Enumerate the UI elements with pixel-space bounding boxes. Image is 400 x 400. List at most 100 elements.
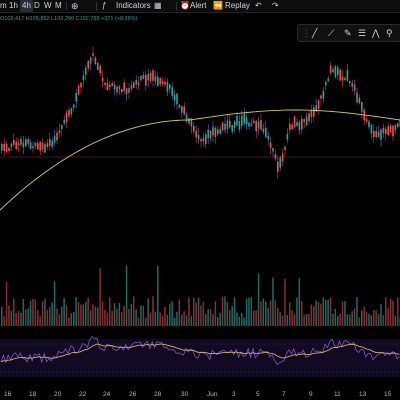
candle-body xyxy=(121,89,123,93)
date-label: 28 xyxy=(154,391,162,398)
volume-bar xyxy=(104,309,106,326)
candle-body xyxy=(104,82,106,85)
volume-bar xyxy=(221,296,224,326)
volume-bar xyxy=(267,307,269,326)
volume-bar xyxy=(166,314,169,326)
candle-body xyxy=(171,87,173,96)
volume-bar xyxy=(236,312,238,326)
volume-bar xyxy=(51,302,53,326)
line-tool-icon[interactable]: ╱ xyxy=(312,27,317,39)
volume-bar xyxy=(281,315,284,326)
volume-bar xyxy=(17,310,20,326)
volume-bar xyxy=(125,265,128,326)
candle-body xyxy=(334,66,337,77)
volume-bar xyxy=(332,313,334,326)
volume-bar xyxy=(231,306,233,326)
candle-body xyxy=(344,77,346,81)
candle-body xyxy=(29,142,32,149)
drawing-toolbar: ⋮ ╱ ⟋ ✎ ☰ ⋀ ⚲ xyxy=(297,24,400,42)
candle-body xyxy=(63,119,65,124)
candle-body xyxy=(257,121,260,129)
volume-bar xyxy=(161,315,164,326)
candle-body xyxy=(34,142,37,146)
volume-bar xyxy=(135,309,137,326)
candle-body xyxy=(77,85,80,95)
volume-bar xyxy=(70,313,73,326)
volume-bar xyxy=(363,306,365,326)
candle-body xyxy=(370,125,373,134)
volume-bar xyxy=(94,306,97,326)
volume-bar xyxy=(164,306,166,326)
pattern-tool-icon[interactable]: ⋀ xyxy=(372,27,379,39)
volume-bar xyxy=(13,298,15,326)
candle-body xyxy=(140,75,142,81)
candle-body xyxy=(157,76,159,87)
volume-bar xyxy=(37,310,39,326)
volume-bar xyxy=(82,304,85,326)
volume-bar xyxy=(106,312,109,326)
volume-bar xyxy=(269,300,272,326)
volume-bar xyxy=(226,302,229,326)
volume-bar xyxy=(291,310,293,326)
candle-body xyxy=(152,70,154,81)
candle-body xyxy=(25,139,27,147)
date-label: 5 xyxy=(256,391,260,398)
candle-body xyxy=(298,121,301,131)
text-tool-icon[interactable]: ☰ xyxy=(358,27,366,39)
volume-bar xyxy=(118,302,121,326)
candle-body xyxy=(92,53,94,56)
candle-body xyxy=(325,81,327,86)
candle-body xyxy=(337,67,339,75)
candle-body xyxy=(229,120,231,128)
candle-body xyxy=(197,134,200,140)
drag-handle-icon[interactable]: ⋮ xyxy=(302,27,311,39)
candle-body xyxy=(231,124,233,132)
brush-tool-icon[interactable]: ✎ xyxy=(344,27,352,39)
candle-body xyxy=(94,57,97,64)
measure-tool-icon[interactable]: ⚲ xyxy=(386,27,393,39)
volume-bar xyxy=(392,300,394,326)
ray-tool-icon[interactable]: ⟋ xyxy=(328,27,334,39)
volume-bar xyxy=(286,315,289,326)
volume-bar xyxy=(209,308,212,326)
price-chart[interactable] xyxy=(0,0,400,400)
volume-bar xyxy=(339,313,341,326)
volume-bar xyxy=(212,314,214,326)
volume-bar xyxy=(233,297,236,326)
candle-body xyxy=(202,137,205,142)
candle-body xyxy=(135,80,137,85)
date-label: 18 xyxy=(29,391,37,398)
candle-body xyxy=(149,72,152,81)
volume-bar xyxy=(202,301,205,326)
candle-body xyxy=(269,142,272,149)
volume-bar xyxy=(248,297,250,326)
volume-bar xyxy=(61,306,63,326)
candle-body xyxy=(61,124,63,129)
volume-bar xyxy=(277,307,279,326)
candle-body xyxy=(303,119,305,122)
date-axis[interactable]: 16 18 20 22 24 26 28 30 Jun 3 5 7 9 11 1… xyxy=(0,389,400,400)
volume-bar xyxy=(159,312,161,326)
candle-body xyxy=(49,139,51,146)
candle-body xyxy=(164,81,166,85)
volume-bar xyxy=(241,312,243,326)
volume-bar xyxy=(176,311,178,326)
volume-bar xyxy=(200,305,202,326)
volume-bar xyxy=(375,310,377,326)
volume-bar xyxy=(183,311,185,326)
candle-body xyxy=(39,141,41,151)
volume-bar xyxy=(279,312,281,326)
volume-bar xyxy=(142,305,145,326)
volume-bar xyxy=(15,313,17,326)
volume-bar xyxy=(8,305,10,326)
candle-body xyxy=(109,84,111,88)
volume-bar xyxy=(92,304,94,326)
volume-bar xyxy=(41,301,44,326)
candle-body xyxy=(262,128,265,133)
rsi-band xyxy=(0,339,400,377)
candle-body xyxy=(101,77,104,82)
date-label: 22 xyxy=(79,391,87,398)
candle-body xyxy=(361,102,363,112)
candle-body xyxy=(301,118,303,130)
volume-bar xyxy=(22,299,25,326)
